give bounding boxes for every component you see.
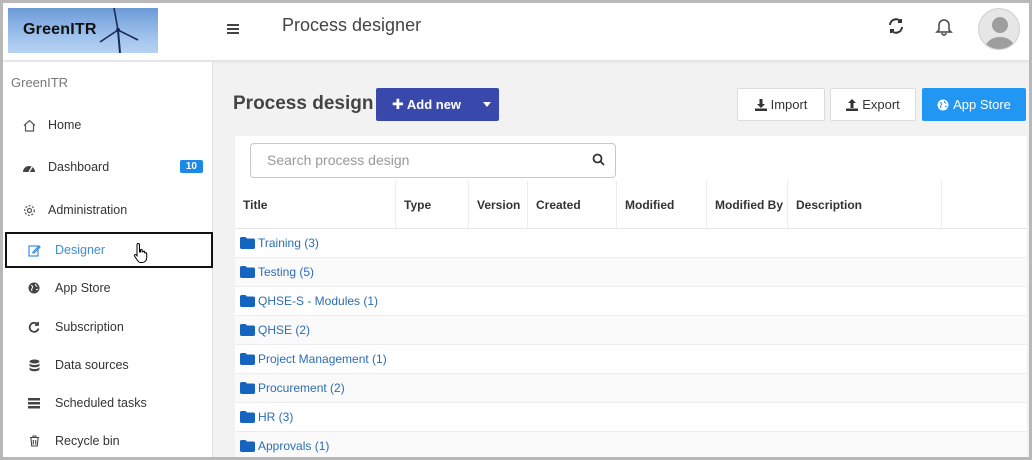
sidebar-item-designer[interactable]: Designer	[5, 232, 213, 268]
gear-icon	[22, 203, 36, 217]
folder-link[interactable]: Approvals (1)	[258, 439, 329, 453]
table-row[interactable]: Project Management (1)	[235, 345, 1027, 374]
sidebar-item-recycle-bin[interactable]: Recycle bin	[3, 423, 213, 457]
column-header-version[interactable]: Version	[469, 181, 528, 229]
sidebar-item-label: Dashboard	[48, 160, 110, 174]
table-row[interactable]: HR (3)	[235, 403, 1027, 432]
table-row[interactable]: Procurement (2)	[235, 374, 1027, 403]
table-row[interactable]: Approvals (1)	[235, 432, 1027, 457]
main-content: Process design ✚ Add new Import Export A…	[214, 62, 1029, 457]
bell-icon[interactable]	[935, 17, 953, 41]
column-header-type[interactable]: Type	[396, 181, 469, 229]
sidebar-item-scheduled-tasks[interactable]: Scheduled tasks	[3, 385, 213, 421]
app-store-button[interactable]: App Store	[922, 88, 1026, 121]
table-header: Title Type Version Created Modified Modi…	[235, 181, 1027, 229]
folder-link[interactable]: Testing (5)	[258, 265, 314, 279]
page-heading: Process designer	[282, 15, 422, 35]
app-logo[interactable]: GreenITR	[8, 8, 158, 53]
folder-link[interactable]: QHSE-S - Modules (1)	[258, 294, 378, 308]
column-header-modified[interactable]: Modified	[617, 181, 707, 229]
home-icon	[22, 118, 36, 132]
folder-icon	[240, 382, 255, 394]
app-store-label: App Store	[953, 97, 1011, 112]
sidebar-title: GreenITR	[11, 75, 69, 90]
plus-icon: ✚	[392, 96, 404, 112]
column-header-modified-by[interactable]: Modified By	[707, 181, 788, 229]
sidebar-item-label: Designer	[55, 243, 106, 257]
sidebar-item-data-sources[interactable]: Data sources	[3, 347, 213, 383]
table-row[interactable]: QHSE (2)	[235, 316, 1027, 345]
menu-icon[interactable]	[227, 19, 241, 40]
sidebar-item-dashboard[interactable]: Dashboard 10	[3, 149, 213, 185]
folder-icon	[240, 411, 255, 423]
sidebar: GreenITR Home Dashboard 10 Administratio…	[3, 62, 213, 457]
column-header-created[interactable]: Created	[528, 181, 617, 229]
process-design-panel: Title Type Version Created Modified Modi…	[235, 136, 1027, 457]
refresh-icon[interactable]	[887, 17, 905, 40]
import-label: Import	[770, 97, 808, 112]
export-button[interactable]: Export	[830, 88, 916, 121]
table-row[interactable]: Testing (5)	[235, 258, 1027, 287]
folder-icon	[240, 266, 255, 278]
folder-link[interactable]: QHSE (2)	[258, 323, 310, 337]
search-icon[interactable]	[592, 153, 605, 171]
column-header-title[interactable]: Title	[235, 181, 396, 229]
wind-turbine-icon	[99, 8, 139, 53]
add-new-text: Add new	[406, 97, 462, 112]
folder-icon	[240, 324, 255, 336]
globe-icon	[937, 99, 949, 110]
user-avatar[interactable]	[978, 8, 1020, 50]
folder-icon	[240, 440, 255, 452]
column-header-description[interactable]: Description	[788, 181, 942, 229]
tasks-icon	[27, 396, 41, 410]
folder-link[interactable]: Procurement (2)	[258, 381, 345, 395]
download-icon	[754, 98, 767, 111]
add-new-label: ✚ Add new	[376, 96, 474, 113]
hand-cursor-icon	[133, 242, 149, 267]
export-label: Export	[862, 97, 900, 112]
search-input[interactable]	[267, 152, 587, 168]
database-icon	[27, 358, 41, 372]
search-box	[250, 143, 616, 178]
folder-link[interactable]: HR (3)	[258, 410, 293, 424]
sidebar-item-subscription[interactable]: Subscription	[3, 309, 213, 345]
app-window: GreenITR Process designer GreenITR Home …	[0, 0, 1032, 460]
table-row[interactable]: Training (3)	[235, 229, 1027, 258]
sidebar-item-app-store[interactable]: App Store	[3, 270, 213, 306]
folder-link[interactable]: Training (3)	[258, 236, 319, 250]
upload-icon	[846, 98, 859, 111]
globe-icon	[27, 281, 41, 295]
logo-text: GreenITR	[23, 21, 97, 38]
import-button[interactable]: Import	[737, 88, 825, 121]
sidebar-item-administration[interactable]: Administration	[3, 192, 213, 228]
sidebar-item-label: Administration	[48, 203, 128, 217]
table-row[interactable]: QHSE-S - Modules (1)	[235, 287, 1027, 316]
main-title: Process design	[233, 93, 374, 114]
top-header: GreenITR Process designer	[3, 3, 1029, 61]
folder-icon	[240, 295, 255, 307]
sidebar-item-home[interactable]: Home	[3, 107, 213, 143]
dashboard-icon	[22, 160, 36, 174]
sidebar-item-label: Data sources	[55, 358, 129, 372]
sidebar-item-label: Scheduled tasks	[55, 396, 147, 410]
sidebar-item-label: Recycle bin	[55, 434, 120, 448]
add-new-button[interactable]: ✚ Add new	[376, 88, 499, 121]
sidebar-item-label: Home	[48, 118, 82, 132]
sidebar-item-label: App Store	[55, 281, 111, 295]
folder-icon	[240, 237, 255, 249]
folder-link[interactable]: Project Management (1)	[258, 352, 387, 366]
folder-icon	[240, 353, 255, 365]
refresh-icon	[27, 320, 41, 334]
dashboard-count-badge: 10	[179, 160, 203, 173]
user-avatar-icon	[985, 17, 1015, 49]
sidebar-item-label: Subscription	[55, 320, 124, 334]
edit-icon	[27, 243, 41, 257]
add-new-dropdown-toggle[interactable]	[474, 88, 499, 121]
trash-icon	[27, 434, 41, 448]
caret-down-icon	[482, 102, 491, 107]
